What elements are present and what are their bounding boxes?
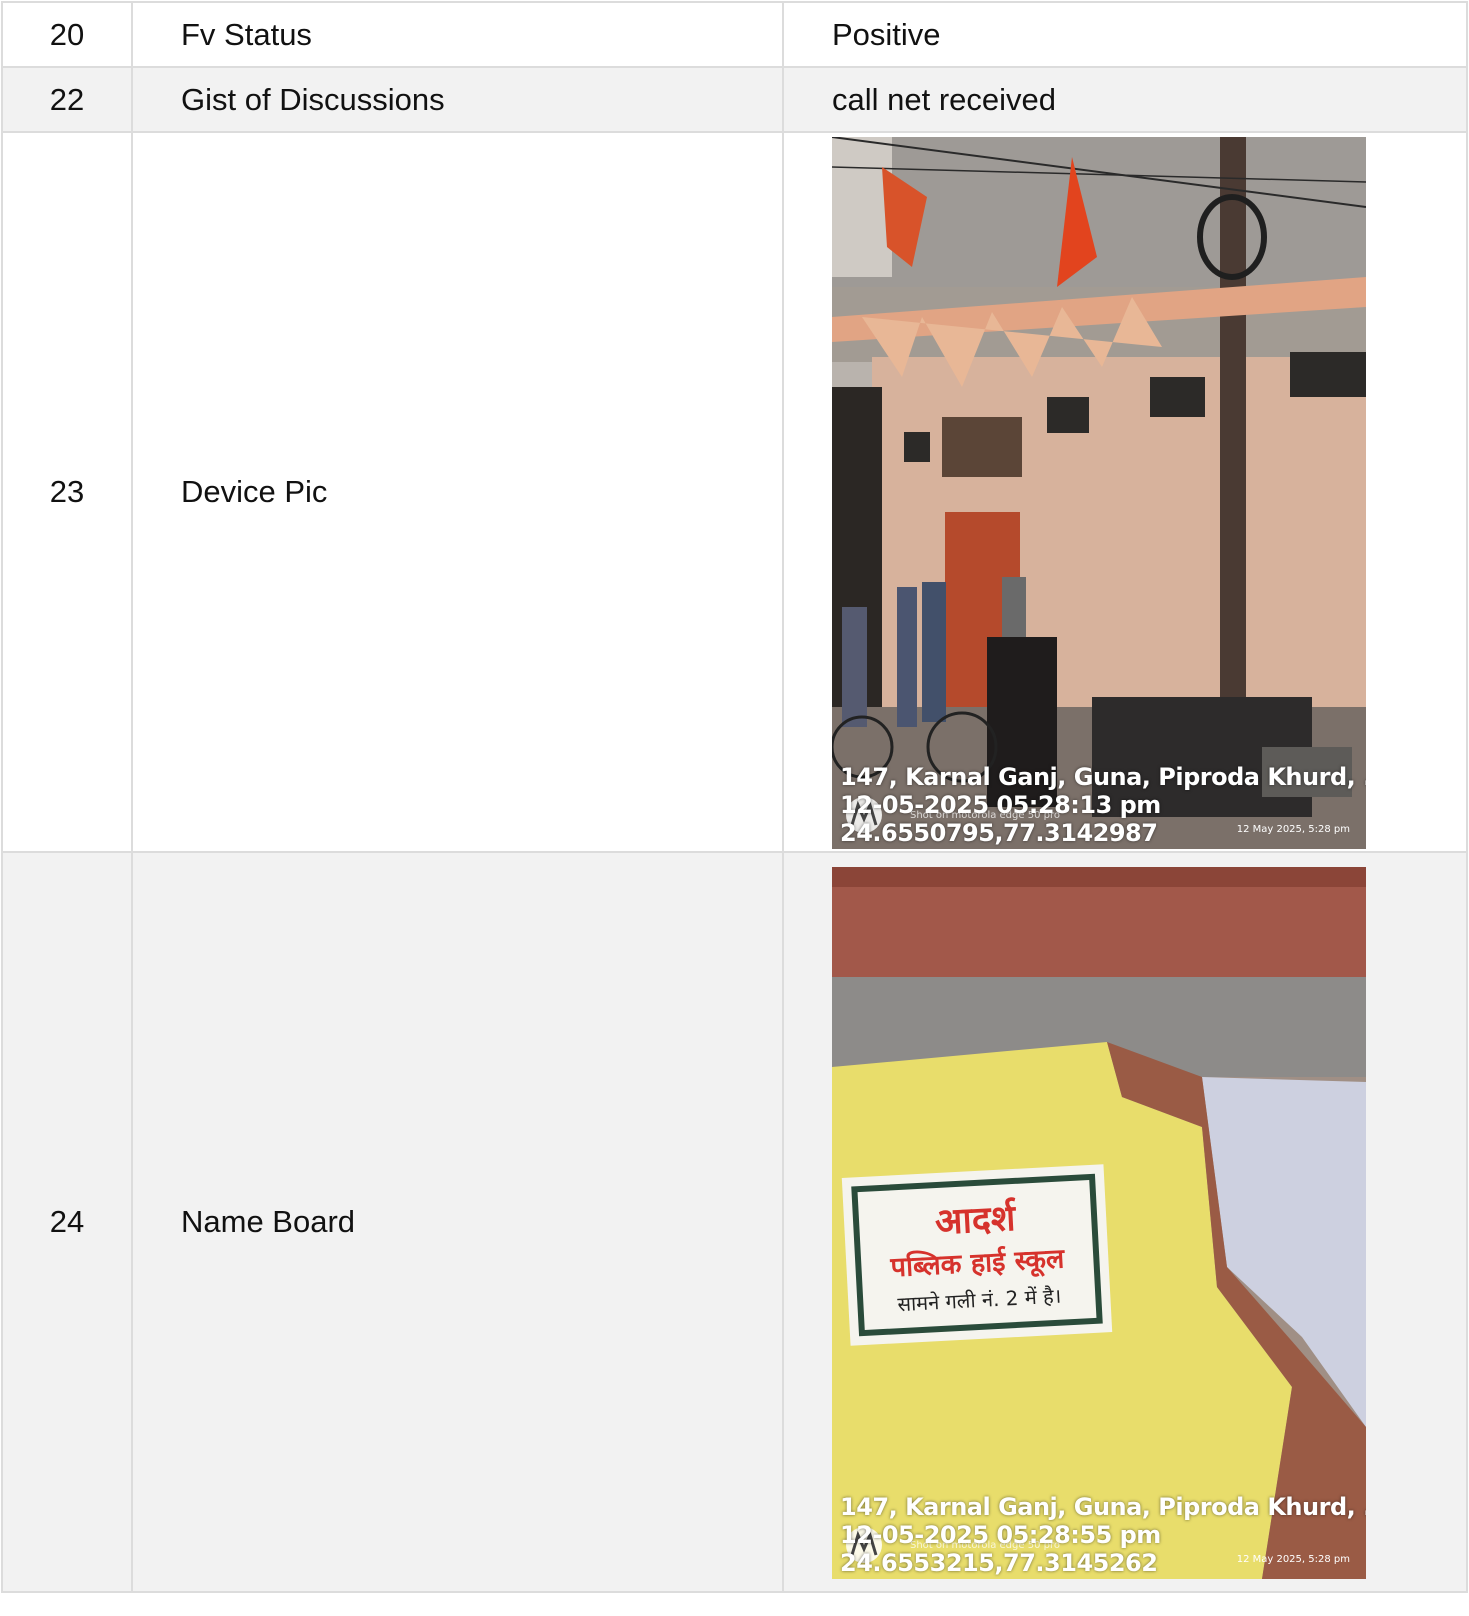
row-number: 22 [1,66,133,133]
row-number: 20 [1,1,133,68]
geo-datetime: 12-05-2025 05:28:55 pm [840,1521,1161,1549]
row-value: Shot on motorola edge 50 pro 12 May 2025… [782,131,1468,853]
street-scene-image [832,137,1366,849]
row-value: Positive [782,1,1468,68]
row-label: Gist of Discussions [131,66,784,133]
name-board-image: आदर्श पब्लिक हाई स्कूल सामने गली नं. 2 म… [832,867,1366,1579]
geo-address: 147, Karnal Ganj, Guna, Piproda Khurd, .… [840,1493,1366,1521]
row-label: Name Board [131,851,784,1593]
table-row: 22 Gist of Discussions call net received [1,66,1468,133]
geo-coordinates: 24.6550795,77.3142987 [840,819,1158,847]
sign-line-1: आदर्श [934,1197,1018,1243]
geo-address: 147, Karnal Ganj, Guna, Piproda Khurd, .… [840,763,1366,791]
row-label: Fv Status [131,1,784,68]
geo-coordinates: 24.6553215,77.3145262 [840,1549,1158,1577]
table-row: 20 Fv Status Positive [1,1,1468,68]
row-value: आदर्श पब्लिक हाई स्कूल सामने गली नं. 2 म… [782,851,1468,1593]
table-row: 24 Name Board आदर्श पब्लिक हाई स्कूल साम… [1,851,1468,1593]
geo-datetime: 12-05-2025 05:28:13 pm [840,791,1161,819]
device-photo[interactable]: Shot on motorola edge 50 pro 12 May 2025… [832,137,1366,849]
row-value: call net received [782,66,1468,133]
table-row: 23 Device Pic Shot on motorola edge 50 p… [1,131,1468,853]
row-number: 23 [1,131,133,853]
row-number: 24 [1,851,133,1593]
name-board-photo[interactable]: आदर्श पब्लिक हाई स्कूल सामने गली नं. 2 म… [832,867,1366,1579]
details-table: 20 Fv Status Positive 22 Gist of Discuss… [1,1,1468,1593]
geo-tag-overlay: 147, Karnal Ganj, Guna, Piproda Khurd, .… [840,763,1366,847]
row-label: Device Pic [131,131,784,853]
geo-tag-overlay: 147, Karnal Ganj, Guna, Piproda Khurd, .… [840,1493,1366,1577]
